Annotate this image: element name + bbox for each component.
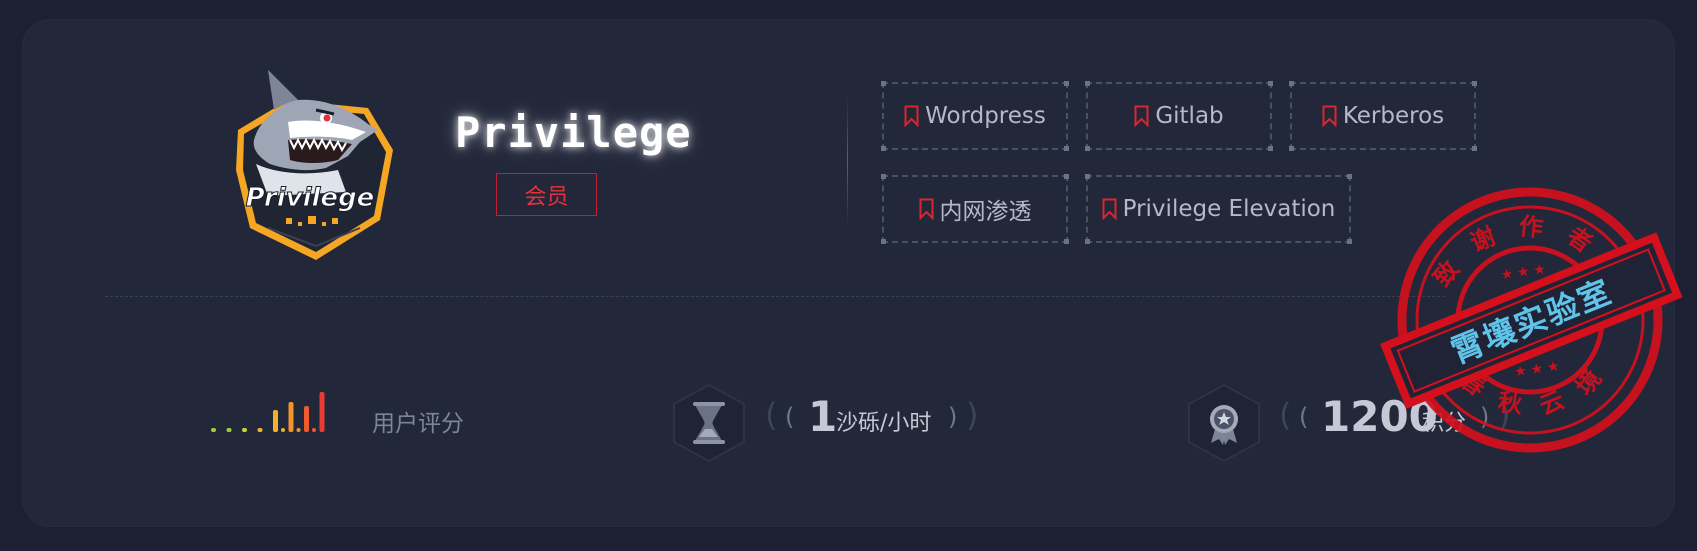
rating-bars [211,392,325,432]
rating-dot [296,428,301,432]
bookmark-icon [1134,105,1149,127]
vertical-divider [847,95,848,228]
hourglass-badge [673,383,745,463]
shark-logo: Privilege [236,70,393,260]
member-badge[interactable]: 会员 [496,173,597,216]
paren-left-inner-2: ( [1299,403,1309,431]
tag-wordpress[interactable]: Wordpress [881,81,1069,151]
rating-bar [226,428,232,432]
paren-left-outer-2: ( [1279,396,1292,434]
rate-unit: 沙砾/小时 [836,411,932,436]
rating-bar [242,428,247,432]
rating-bar [273,410,278,432]
paren-right-inner: ) [948,403,958,431]
bookmark-icon [919,198,933,220]
star-icon: ★ ★ ★ [1500,260,1547,282]
logo-text: Privilege [246,183,375,213]
tag-kerberos[interactable]: Kerberos [1289,81,1477,151]
medal-badge [1188,383,1260,463]
tag-label: Wordpress [925,103,1046,129]
tag-label: Privilege Elevation [1122,196,1336,222]
paren-left-inner: ( [785,403,795,431]
rating-dot [281,428,285,432]
tag-gitlab[interactable]: Gitlab [1085,81,1273,151]
tag-label: Gitlab [1155,103,1224,129]
bookmark-icon [904,105,919,127]
bookmark-icon [1322,105,1337,127]
paren-left-outer: ( [765,396,778,434]
rate-value: 1 [808,392,838,441]
horizontal-divider [105,296,1445,297]
paren-right-outer: ) [966,396,979,434]
thanks-author-stamp: 致谢作者 春秋云境 ★ ★ ★ ★ ★ ★ 霄壤实验室 [1380,187,1683,453]
tag-label: 内网渗透 [939,199,1032,225]
profile-name: Privilege [455,108,692,157]
rating-bar [304,406,309,432]
rating-label: 用户评分 [372,411,464,437]
medal-icon [1210,405,1238,445]
rating-bar [319,392,325,432]
tag-privilege-elevation[interactable]: Privilege Elevation [1085,174,1352,244]
rating-bar [211,428,216,432]
tag-label: Kerberos [1342,103,1445,129]
tag-intranet-pentest[interactable]: 内网渗透 [881,174,1069,244]
rating-bar [288,402,294,432]
rating-bar [257,428,263,432]
bookmark-icon [1102,198,1117,220]
rating-dot [312,428,316,432]
